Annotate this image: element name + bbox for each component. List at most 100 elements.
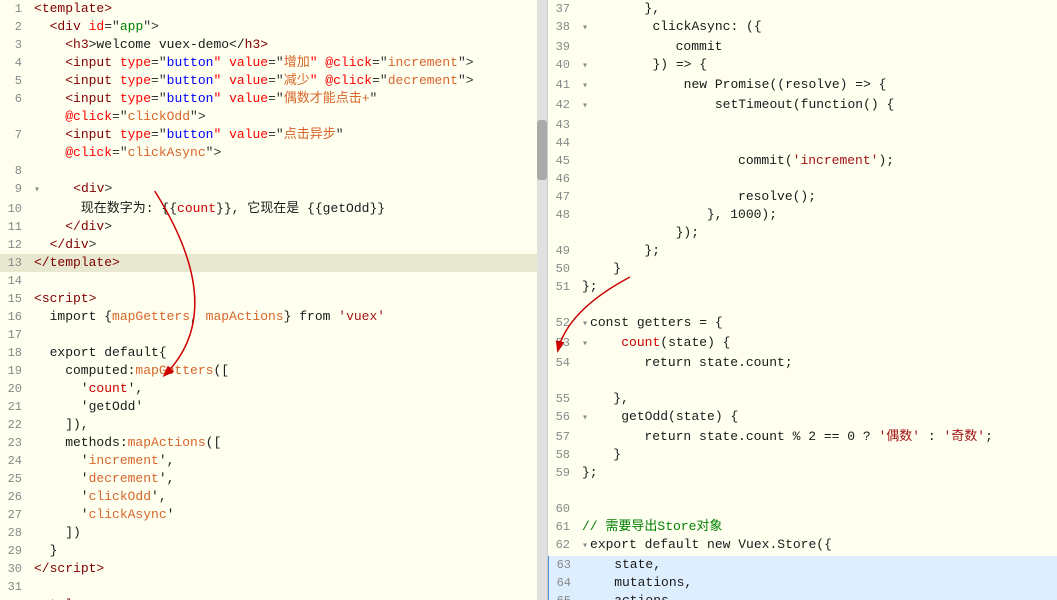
line-content: <input type="button" value="点击异步" xyxy=(30,126,547,144)
code-line: 9▾ <div> xyxy=(0,180,547,200)
code-line: 60 xyxy=(548,500,1057,518)
line-number: 25 xyxy=(0,470,30,488)
left-code-lines: 1<template>2 <div id="app">3 <h3>welcome… xyxy=(0,0,547,600)
line-number: 65 xyxy=(549,592,579,600)
code-line: 63 state, xyxy=(548,556,1057,574)
code-line: 8 xyxy=(0,162,547,180)
line-number: 23 xyxy=(0,434,30,452)
line-content: ▾ new Promise((resolve) => { xyxy=(578,76,1057,96)
code-line: }); xyxy=(548,224,1057,242)
line-content: mutations, xyxy=(579,574,1057,592)
line-content: 'increment', xyxy=(30,452,547,470)
line-number: 59 xyxy=(548,464,578,482)
fold-icon[interactable]: ▾ xyxy=(34,185,40,196)
code-line xyxy=(548,296,1057,314)
code-line: 24 'increment', xyxy=(0,452,547,470)
line-number: 32 xyxy=(0,596,30,600)
line-content: state, xyxy=(579,556,1057,574)
fold-icon[interactable]: ▾ xyxy=(582,541,588,552)
line-content: ▾ count(state) { xyxy=(578,334,1057,354)
line-content: methods:mapActions([ xyxy=(30,434,547,452)
line-number: 61 xyxy=(548,518,578,536)
code-line: 27 'clickAsync' xyxy=(0,506,547,524)
line-content: </template> xyxy=(30,254,547,272)
code-line: @click="clickAsync"> xyxy=(0,144,547,162)
code-line: 48 }, 1000); xyxy=(548,206,1057,224)
code-line: 59}; xyxy=(548,464,1057,482)
code-line: 28 ]) xyxy=(0,524,547,542)
code-line: 58 } xyxy=(548,446,1057,464)
left-scrollbar[interactable] xyxy=(537,0,547,600)
line-number: 56 xyxy=(548,408,578,426)
code-line: 51}; xyxy=(548,278,1057,296)
line-content xyxy=(578,482,1057,500)
line-content: <script> xyxy=(30,290,547,308)
line-number: 45 xyxy=(548,152,578,170)
code-line: 54 return state.count; xyxy=(548,354,1057,372)
line-content: ]), xyxy=(30,416,547,434)
line-content: commit xyxy=(578,38,1057,56)
line-content: 'decrement', xyxy=(30,470,547,488)
line-content: }, 1000); xyxy=(578,206,1057,224)
line-content: computed:mapGetters([ xyxy=(30,362,547,380)
code-line: 40▾ }) => { xyxy=(548,56,1057,76)
fold-icon[interactable]: ▾ xyxy=(582,81,588,92)
line-number: 5 xyxy=(0,72,30,90)
line-content: <input type="button" value="减少" @click="… xyxy=(30,72,547,90)
code-line: 55 }, xyxy=(548,390,1057,408)
line-content xyxy=(30,578,547,596)
line-number: 63 xyxy=(549,556,579,574)
line-number: 1 xyxy=(0,0,30,18)
code-line: 49 }; xyxy=(548,242,1057,260)
code-line: 4 <input type="button" value="增加" @click… xyxy=(0,54,547,72)
line-content xyxy=(578,372,1057,390)
line-number: 2 xyxy=(0,18,30,36)
code-line: 31 xyxy=(0,578,547,596)
code-line: 2 <div id="app"> xyxy=(0,18,547,36)
line-number: 10 xyxy=(0,200,30,218)
line-content: </div> xyxy=(30,218,547,236)
line-number: 14 xyxy=(0,272,30,290)
code-line xyxy=(548,482,1057,500)
line-number: 58 xyxy=(548,446,578,464)
code-line: 14 xyxy=(0,272,547,290)
line-content: ▾ setTimeout(function() { xyxy=(578,96,1057,116)
line-content: <template> xyxy=(30,0,547,18)
fold-icon[interactable]: ▾ xyxy=(582,23,588,34)
line-number: 60 xyxy=(548,500,578,518)
code-line: 47 resolve(); xyxy=(548,188,1057,206)
line-content xyxy=(578,116,1057,134)
line-content: ▾const getters = { xyxy=(578,314,1057,334)
fold-icon[interactable]: ▾ xyxy=(582,101,588,112)
code-line: 41▾ new Promise((resolve) => { xyxy=(548,76,1057,96)
line-number: 55 xyxy=(548,390,578,408)
line-number: 19 xyxy=(0,362,30,380)
code-line: 38▾ clickAsync: ({ xyxy=(548,18,1057,38)
line-content xyxy=(578,500,1057,518)
line-number: 3 xyxy=(0,36,30,54)
line-content: ▾ clickAsync: ({ xyxy=(578,18,1057,38)
code-line: 30</script> xyxy=(0,560,547,578)
line-content: ▾ getOdd(state) { xyxy=(578,408,1057,428)
code-line: 39 commit xyxy=(548,38,1057,56)
line-number: 31 xyxy=(0,578,30,596)
line-content: }; xyxy=(578,464,1057,482)
fold-icon[interactable]: ▾ xyxy=(582,319,588,330)
code-line: 25 'decrement', xyxy=(0,470,547,488)
line-number: 44 xyxy=(548,134,578,152)
line-content: return state.count % 2 == 0 ? '偶数' : '奇数… xyxy=(578,428,1057,446)
fold-icon[interactable]: ▾ xyxy=(582,339,588,350)
fold-icon[interactable]: ▾ xyxy=(582,413,588,424)
code-line: 15<script> xyxy=(0,290,547,308)
right-code-container: 37 },38▾ clickAsync: ({39 commit40▾ }) =… xyxy=(548,0,1057,600)
line-number: 17 xyxy=(0,326,30,344)
line-content: export default{ xyxy=(30,344,547,362)
line-content: <input type="button" value="偶数才能点击+" xyxy=(30,90,547,108)
line-content: <div id="app"> xyxy=(30,18,547,36)
line-number: 47 xyxy=(548,188,578,206)
left-scrollbar-thumb[interactable] xyxy=(537,120,547,180)
line-content: commit('increment'); xyxy=(578,152,1057,170)
line-number: 6 xyxy=(0,90,30,108)
line-number: 64 xyxy=(549,574,579,592)
fold-icon[interactable]: ▾ xyxy=(582,61,588,72)
